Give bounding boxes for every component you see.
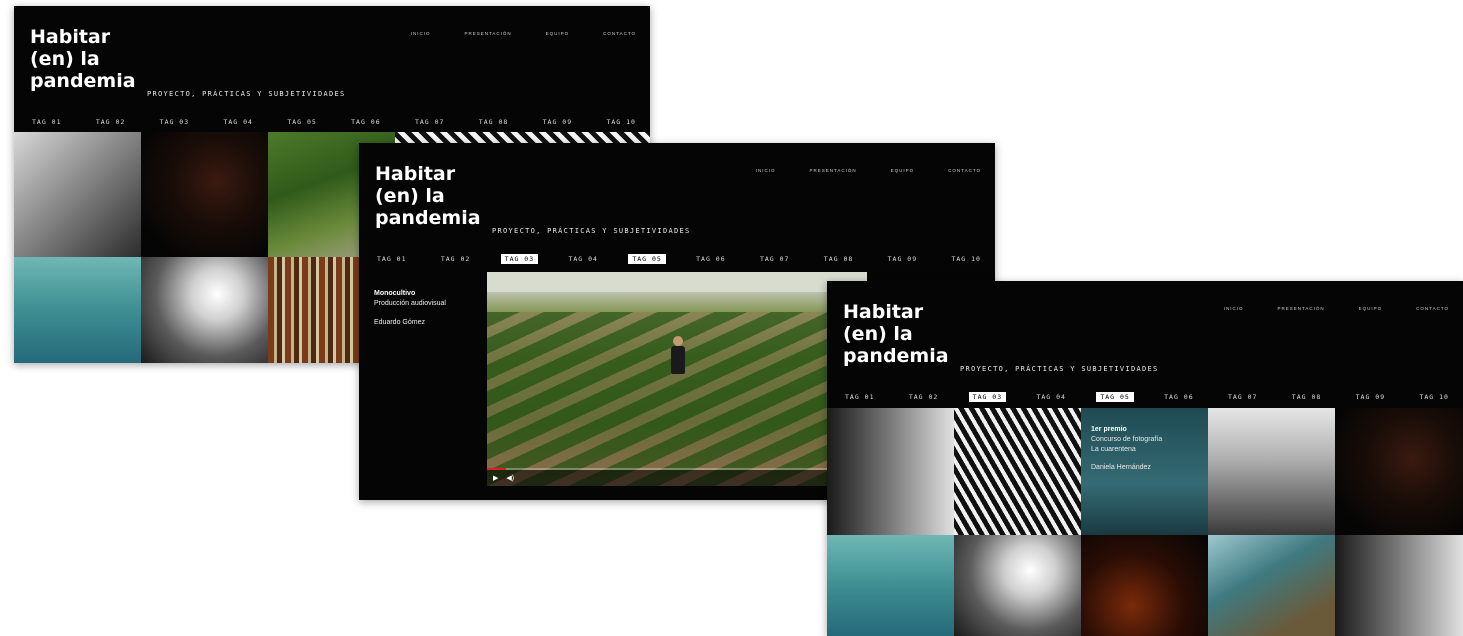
- tag-01[interactable]: TAG 01: [28, 117, 65, 127]
- work-author: Eduardo Gómez: [374, 319, 425, 326]
- caption-author: Daniela Hernández: [1091, 464, 1151, 471]
- video-frame-sky: [487, 272, 867, 292]
- photo-striped-shirt[interactable]: [954, 408, 1081, 535]
- tag-05[interactable]: TAG 05: [628, 254, 666, 264]
- volume-icon[interactable]: ◀): [506, 474, 514, 482]
- photo-lamp[interactable]: [141, 257, 268, 363]
- photo-old-man[interactable]: [1208, 408, 1335, 535]
- video-frame-person: [671, 336, 685, 376]
- photo-light-fixture[interactable]: [827, 408, 954, 535]
- tag-01[interactable]: TAG 01: [373, 254, 410, 264]
- site-logo[interactable]: Habitar (en) la pandemia: [843, 301, 949, 367]
- tag-05[interactable]: TAG 05: [283, 117, 320, 127]
- photo-caption: 1er premio Concurso de fotografía La cua…: [1091, 425, 1162, 473]
- logo-line-2: (en) la: [375, 185, 445, 207]
- main-nav: INICIO PRESENTACIÓN EQUIPO CONTACTO: [411, 31, 636, 36]
- main-nav: INICIO PRESENTACIÓN EQUIPO CONTACTO: [1224, 306, 1449, 311]
- tag-06[interactable]: TAG 06: [692, 254, 729, 264]
- video-player[interactable]: ▶ ◀) ▣: [487, 272, 867, 486]
- tag-08[interactable]: TAG 08: [1288, 392, 1325, 402]
- tag-09[interactable]: TAG 09: [539, 117, 576, 127]
- work-info: Monocultivo Producción audiovisual Eduar…: [374, 289, 446, 328]
- nav-equipo[interactable]: EQUIPO: [546, 31, 570, 36]
- site-subtitle: PROYECTO, PRÁCTICAS Y SUBJETIVIDADES: [492, 227, 691, 235]
- photo-red-light[interactable]: [1081, 535, 1208, 636]
- nav-inicio[interactable]: INICIO: [1224, 306, 1244, 311]
- tag-09[interactable]: TAG 09: [884, 254, 921, 264]
- photo-old-man[interactable]: [14, 132, 141, 257]
- logo-line-2: (en) la: [843, 323, 913, 345]
- tag-06[interactable]: TAG 06: [347, 117, 384, 127]
- work-title: Monocultivo: [374, 290, 416, 297]
- caption-contest: Concurso de fotografía: [1091, 436, 1163, 443]
- nav-inicio[interactable]: INICIO: [756, 168, 776, 173]
- photo-grid: 1er premio Concurso de fotografía La cua…: [827, 408, 1463, 636]
- tag-06[interactable]: TAG 06: [1160, 392, 1197, 402]
- tag-03[interactable]: TAG 03: [500, 254, 539, 264]
- tag-10[interactable]: TAG 10: [1415, 392, 1452, 402]
- nav-inicio[interactable]: INICIO: [411, 31, 431, 36]
- logo-line-1: Habitar: [30, 26, 111, 48]
- main-nav: INICIO PRESENTACIÓN EQUIPO CONTACTO: [756, 168, 981, 173]
- site-logo[interactable]: Habitar (en) la pandemia: [375, 163, 481, 229]
- tag-07[interactable]: TAG 07: [411, 117, 448, 127]
- site-logo[interactable]: Habitar (en) la pandemia: [30, 26, 136, 92]
- caption-contest-name: La cuarentena: [1091, 446, 1136, 453]
- screenshot-photo-page: Habitar (en) la pandemia PROYECTO, PRÁCT…: [827, 281, 1463, 636]
- tag-02[interactable]: TAG 02: [437, 254, 474, 264]
- video-controls: ▶ ◀) ▣: [487, 470, 867, 486]
- tag-08[interactable]: TAG 08: [820, 254, 857, 264]
- nav-equipo[interactable]: EQUIPO: [1359, 306, 1383, 311]
- photo-lamp[interactable]: [954, 535, 1081, 636]
- photo-bench[interactable]: [1208, 535, 1335, 636]
- nav-contacto[interactable]: CONTACTO: [948, 168, 981, 173]
- photo-dark-interior[interactable]: [141, 132, 268, 257]
- logo-line-3: pandemia: [843, 345, 949, 367]
- nav-presentacion[interactable]: PRESENTACIÓN: [464, 31, 511, 36]
- photo-featured[interactable]: 1er premio Concurso de fotografía La cua…: [1081, 408, 1208, 535]
- photo-woman-walker[interactable]: [827, 535, 954, 636]
- play-icon[interactable]: ▶: [493, 474, 498, 482]
- logo-line-2: (en) la: [30, 48, 100, 70]
- tag-04[interactable]: TAG 04: [219, 117, 256, 127]
- tag-10[interactable]: TAG 10: [947, 254, 984, 264]
- caption-prize: 1er premio: [1091, 426, 1127, 433]
- tag-04[interactable]: TAG 04: [564, 254, 601, 264]
- work-category: Producción audiovisual: [374, 300, 446, 307]
- photo-dark-room[interactable]: [1335, 408, 1463, 535]
- nav-contacto[interactable]: CONTACTO: [603, 31, 636, 36]
- tag-04[interactable]: TAG 04: [1032, 392, 1069, 402]
- site-subtitle: PROYECTO, PRÁCTICAS Y SUBJETIVIDADES: [960, 365, 1159, 373]
- tag-bar: TAG 01 TAG 02 TAG 03 TAG 04 TAG 05 TAG 0…: [28, 117, 640, 127]
- photo-wall-light[interactable]: [1335, 535, 1463, 636]
- nav-presentacion[interactable]: PRESENTACIÓN: [809, 168, 856, 173]
- logo-line-3: pandemia: [375, 207, 481, 229]
- tag-03[interactable]: TAG 03: [968, 392, 1007, 402]
- logo-line-3: pandemia: [30, 70, 136, 92]
- site-subtitle: PROYECTO, PRÁCTICAS Y SUBJETIVIDADES: [147, 90, 346, 98]
- tag-03[interactable]: TAG 03: [156, 117, 193, 127]
- tag-10[interactable]: TAG 10: [602, 117, 639, 127]
- tag-01[interactable]: TAG 01: [841, 392, 878, 402]
- tag-07[interactable]: TAG 07: [1224, 392, 1261, 402]
- logo-line-1: Habitar: [843, 301, 924, 323]
- tag-05[interactable]: TAG 05: [1096, 392, 1134, 402]
- tag-bar: TAG 01 TAG 02 TAG 03 TAG 04 TAG 05 TAG 0…: [373, 254, 985, 264]
- tag-08[interactable]: TAG 08: [475, 117, 512, 127]
- tag-02[interactable]: TAG 02: [905, 392, 942, 402]
- tag-07[interactable]: TAG 07: [756, 254, 793, 264]
- nav-presentacion[interactable]: PRESENTACIÓN: [1277, 306, 1324, 311]
- nav-equipo[interactable]: EQUIPO: [891, 168, 915, 173]
- tag-02[interactable]: TAG 02: [92, 117, 129, 127]
- photo-nurse[interactable]: [14, 257, 141, 363]
- tag-09[interactable]: TAG 09: [1352, 392, 1389, 402]
- tag-bar: TAG 01 TAG 02 TAG 03 TAG 04 TAG 05 TAG 0…: [841, 392, 1453, 402]
- logo-line-1: Habitar: [375, 163, 456, 185]
- nav-contacto[interactable]: CONTACTO: [1416, 306, 1449, 311]
